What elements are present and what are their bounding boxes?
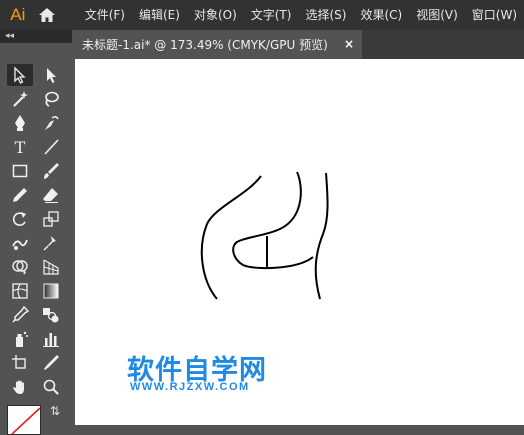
shape-builder-tool-icon (12, 260, 28, 275)
eyedropper-tool-icon (12, 306, 29, 323)
pencil-tool-icon (13, 188, 27, 202)
menu-view[interactable]: 视图(V) (409, 0, 465, 30)
document-tab-bar: 未标题-1.ai* @ 173.49% (CMYK/GPU 预览) × (72, 30, 524, 59)
menu-effect[interactable]: 效果(C) (353, 0, 409, 30)
path-right-curve (314, 172, 329, 300)
home-button[interactable] (34, 0, 60, 30)
direct-selection-tool[interactable] (38, 64, 64, 86)
rectangle-tool-icon (12, 164, 28, 178)
menu-select[interactable]: 选择(S) (298, 0, 353, 30)
menu-bar: Ai 文件(F) 编辑(E) 对象(O) 文字(T) 选择(S) 效果(C) 视… (0, 0, 524, 30)
fill-color-swatch[interactable] (7, 405, 41, 435)
selection-tool-icon (14, 66, 26, 84)
document-title: 未标题-1.ai* @ 173.49% (CMYK/GPU 预览) (82, 38, 328, 52)
selection-tool[interactable] (7, 64, 33, 86)
home-icon (38, 8, 55, 22)
menu-type[interactable]: 文字(T) (244, 0, 299, 30)
hand-tool-icon (13, 380, 24, 394)
scale-tool-icon (43, 211, 59, 227)
perspective-grid-tool-icon (43, 259, 59, 275)
perspective-grid-tool[interactable] (38, 256, 64, 278)
pencil-tool[interactable] (7, 184, 33, 206)
column-graph-tool-icon (43, 333, 59, 347)
lasso-tool-icon (45, 91, 59, 107)
line-segment-tool-icon (44, 139, 59, 155)
type-tool[interactable]: T (7, 136, 33, 158)
type-tool-icon: T (14, 137, 26, 157)
app-logo: Ai (10, 5, 26, 24)
lasso-tool[interactable] (38, 88, 64, 110)
warp-tool-icon (12, 239, 28, 250)
puppet-warp-tool-icon (43, 236, 56, 251)
tools-panel: T (0, 43, 72, 425)
puppet-warp-tool[interactable] (38, 232, 64, 254)
direct-selection-tool-icon (47, 68, 56, 83)
rotate-tool[interactable] (7, 208, 33, 230)
symbol-sprayer-tool-icon (16, 331, 28, 347)
pen-tool-icon (15, 115, 25, 131)
magic-wand-tool-icon (13, 91, 28, 107)
paintbrush-tool-icon (44, 163, 59, 179)
magic-wand-tool[interactable] (7, 88, 33, 110)
slice-tool-icon (44, 355, 59, 370)
paintbrush-tool[interactable] (38, 160, 64, 182)
document-tab[interactable]: 未标题-1.ai* @ 173.49% (CMYK/GPU 预览) × (72, 30, 362, 59)
hand-tool[interactable] (7, 376, 33, 398)
zoom-tool-icon (43, 379, 59, 395)
eraser-tool-icon (43, 188, 58, 203)
scale-tool[interactable] (38, 208, 64, 230)
watermark-url: WWW.RJZXW.COM (130, 381, 250, 393)
close-icon[interactable]: × (344, 37, 354, 51)
warp-tool[interactable] (7, 232, 33, 254)
curvature-tool-icon (45, 115, 59, 130)
eraser-tool[interactable] (38, 184, 64, 206)
artboard-tool-icon (12, 355, 26, 369)
menu-file[interactable]: 文件(F) (78, 0, 132, 30)
symbol-sprayer-tool[interactable] (7, 328, 33, 350)
toolbar-header: ◂◂ (0, 30, 72, 43)
curvature-tool[interactable] (38, 112, 64, 134)
rectangle-tool[interactable] (7, 160, 33, 182)
slice-tool[interactable] (38, 352, 64, 374)
collapse-panel-icon[interactable]: ◂◂ (5, 30, 14, 43)
blend-tool-icon (43, 308, 59, 323)
menu-object[interactable]: 对象(O) (187, 0, 244, 30)
zoom-tool[interactable] (38, 376, 64, 398)
pen-tool[interactable] (7, 112, 33, 134)
mesh-tool-icon (12, 283, 28, 299)
blend-tool[interactable] (38, 304, 64, 326)
eyedropper-tool[interactable] (7, 304, 33, 326)
menu-window[interactable]: 窗口(W) (465, 0, 524, 30)
rotate-tool-icon (12, 212, 26, 226)
artboard-canvas[interactable]: 软件自学网 WWW.RJZXW.COM (75, 59, 524, 425)
mesh-tool[interactable] (7, 280, 33, 302)
line-segment-tool[interactable] (38, 136, 64, 158)
gradient-tool[interactable] (38, 280, 64, 302)
path-middle-curve (232, 171, 314, 270)
gradient-tool-icon (43, 283, 59, 299)
swap-fill-stroke-icon[interactable]: ⇅ (50, 404, 60, 418)
artboard-tool[interactable] (7, 352, 33, 374)
shape-builder-tool[interactable] (7, 256, 33, 278)
menu-edit[interactable]: 编辑(E) (132, 0, 187, 30)
column-graph-tool[interactable] (38, 328, 64, 350)
no-fill-icon (11, 407, 40, 434)
